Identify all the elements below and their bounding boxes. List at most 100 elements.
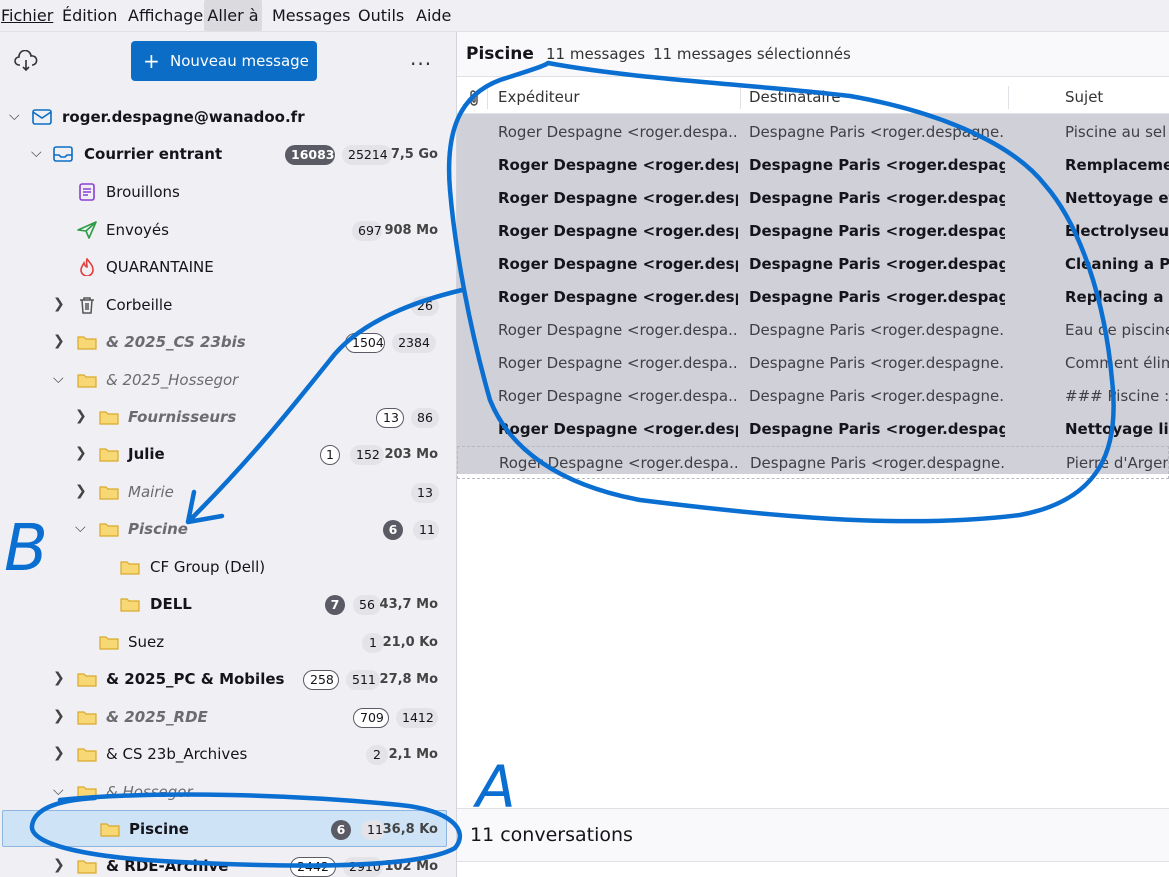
message-row[interactable]: Roger Despagne <roger.despa... Despagne P… [457, 413, 1169, 446]
folder-icon [120, 598, 140, 612]
folder-row[interactable]: ❯ & 2025_RDE 709 1412 [0, 699, 456, 736]
chevron-down-icon[interactable]: ⌵ [75, 520, 89, 536]
folder-label: Piscine [128, 520, 188, 538]
message-row[interactable]: Roger Despagne <roger.despa... Despagne P… [457, 347, 1169, 380]
total-badge: 25214 [342, 145, 392, 165]
folder-label: & Hossegor [106, 783, 193, 801]
folder-row[interactable]: ⌵ Piscine 6 11 [0, 511, 456, 548]
folder-row[interactable]: ❯ Mairie 13 [0, 474, 456, 511]
attachment-icon[interactable] [467, 89, 481, 107]
folder-label: Piscine [129, 820, 189, 838]
chevron-right-icon[interactable]: ❯ [75, 483, 89, 499]
column-to[interactable]: Destinataire [749, 82, 841, 113]
message-row[interactable]: Roger Despagne <roger.desp... Despagne Pa… [457, 248, 1169, 281]
folder-label: QUARANTAINE [106, 258, 214, 276]
chevron-right-icon[interactable]: ❯ [53, 745, 67, 761]
folder-row[interactable]: ⌵ & 2025_Hossegor [0, 362, 456, 399]
message-row[interactable]: Roger Despagne <roger.desp... Despagne Pa… [457, 215, 1169, 248]
chevron-right-icon[interactable]: ❯ [53, 708, 67, 724]
menu-messages[interactable]: Messages [272, 0, 350, 31]
inbox-icon [53, 146, 73, 162]
conversation-count: 11 conversations [470, 824, 633, 846]
total-badge: 2384 [392, 333, 436, 353]
message-row[interactable]: Roger Despagne <roger.despa... Despagne P… [457, 116, 1169, 149]
menu-outils[interactable]: Outils [358, 0, 404, 31]
message-from: Roger Despagne <roger.despa... [498, 420, 738, 438]
column-subject[interactable]: Sujet [1065, 82, 1103, 113]
menu-fichier[interactable]: Fichier [1, 0, 53, 31]
menu-aller-a[interactable]: Aller à [204, 0, 262, 31]
folder-row[interactable]: ⌵ & Hossegor [0, 774, 456, 811]
folder-row[interactable]: ❯ & RDE-Archive 2442 2910 102 Mo [0, 848, 456, 877]
folder-icon [77, 374, 97, 388]
chevron-down-icon[interactable]: ⌵ [31, 145, 45, 161]
menu-affichage[interactable]: Affichage [128, 0, 203, 31]
chevron-right-icon[interactable]: ❯ [53, 857, 67, 873]
account-row[interactable]: ⌵ roger.despagne@wanadoo.fr [0, 99, 456, 136]
total-badge: 152 [350, 445, 384, 465]
folder-row[interactable]: CF Group (Dell) [0, 549, 456, 586]
menu-fichier-label: Fichier [1, 6, 54, 25]
folder-label: & RDE-Archive [106, 857, 229, 875]
folder-pane: + Nouveau message ... ⌵ roger.despagne@w… [0, 32, 457, 877]
mail-account-icon [32, 109, 52, 125]
message-row[interactable]: Roger Despagne <roger.despa... Despagne P… [457, 380, 1169, 413]
chevron-right-icon[interactable]: ❯ [53, 333, 67, 349]
chevron-right-icon[interactable]: ❯ [53, 670, 67, 686]
chevron-down-icon[interactable]: ⌵ [9, 108, 23, 124]
folder-label: Julie [128, 445, 165, 463]
total-badge: 56 [353, 595, 381, 615]
folder-row[interactable]: Envoyés 697 908 Mo [0, 212, 456, 249]
message-from: Roger Despagne <roger.desp... [498, 189, 738, 207]
folder-row[interactable]: ❯ Fournisseurs 13 86 [0, 399, 456, 436]
message-row[interactable]: Roger Despagne <roger.despa... Despagne P… [457, 314, 1169, 347]
message-subject: Comment élim [1065, 354, 1169, 372]
folder-label: Suez [128, 633, 165, 651]
chevron-right-icon[interactable]: ❯ [75, 408, 89, 424]
cloud-download-icon[interactable] [14, 50, 38, 72]
chevron-right-icon[interactable]: ❯ [75, 445, 89, 461]
message-subject: ### Piscine : La [1065, 387, 1169, 405]
total-badge: 13 [411, 483, 439, 503]
folder-row[interactable]: ⌵ Courrier entrant 16083 25214 7,5 Go [0, 136, 456, 173]
column-header: Expéditeur Destinataire Sujet [457, 82, 1169, 114]
more-options-button[interactable]: ... [410, 46, 432, 70]
folder-label: & 2025_PC & Mobiles [106, 670, 285, 688]
folder-icon [77, 673, 97, 687]
column-from[interactable]: Expéditeur [498, 82, 580, 113]
menu-messages-label: Messages [272, 6, 351, 25]
total-badge: 2 [366, 745, 388, 765]
chevron-right-icon[interactable]: ❯ [53, 296, 67, 312]
selected-count: 11 messages sélectionnés [653, 45, 851, 63]
folder-row[interactable]: ❯ & CS 23b_Archives 2 2,1 Mo [0, 736, 456, 773]
new-message-button[interactable]: + Nouveau message [131, 41, 317, 81]
message-row[interactable]: Roger Despagne <roger.desp... Despagne Pa… [457, 182, 1169, 215]
message-row[interactable]: Roger Despagne <roger.desp... Despagne Pa… [457, 149, 1169, 182]
folder-size: 36,8 Ko [382, 822, 438, 837]
folder-row[interactable]: Suez 1 21,0 Ko [0, 624, 456, 661]
folder-size: 102 Mo [384, 859, 438, 874]
folder-row[interactable]: ❯ Corbeille 26 [0, 287, 456, 324]
message-to: Despagne Paris <roger.despagne... [749, 387, 1005, 405]
message-from: Roger Despagne <roger.desp... [498, 156, 738, 174]
menu-aide[interactable]: Aide [416, 0, 452, 31]
folder-row[interactable]: Brouillons [0, 174, 456, 211]
folder-row[interactable]: ❯ & 2025_PC & Mobiles 258 511 27,8 Mo [0, 661, 456, 698]
message-to: Despagne Paris <roger.despagne... [749, 354, 1005, 372]
folder-row[interactable]: ❯ Julie 1 152 203 Mo [0, 436, 456, 473]
folder-row[interactable]: DELL 7 56 43,7 Mo [0, 586, 456, 623]
folder-row[interactable]: Piscine 6 11 36,8 Ko [2, 810, 447, 847]
message-row[interactable]: Roger Despagne <roger.despa... Despagne P… [457, 446, 1169, 479]
folder-row[interactable]: ❯ & 2025_CS 23bis 1504 2384 [0, 324, 456, 361]
folder-size: 908 Mo [384, 223, 438, 238]
message-to: Despagne Paris <roger.despag... [749, 156, 1005, 174]
chevron-down-icon[interactable]: ⌵ [53, 783, 67, 799]
folder-row[interactable]: QUARANTAINE [0, 249, 456, 286]
folder-label: Courrier entrant [84, 145, 223, 163]
total-badge: 11 [413, 520, 439, 540]
message-to: Despagne Paris <roger.despag... [749, 222, 1005, 240]
menu-edition[interactable]: Édition [62, 0, 117, 31]
chevron-down-icon[interactable]: ⌵ [53, 371, 67, 387]
message-row[interactable]: Roger Despagne <roger.desp... Despagne Pa… [457, 281, 1169, 314]
folder-label: & 2025_Hossegor [106, 371, 239, 389]
